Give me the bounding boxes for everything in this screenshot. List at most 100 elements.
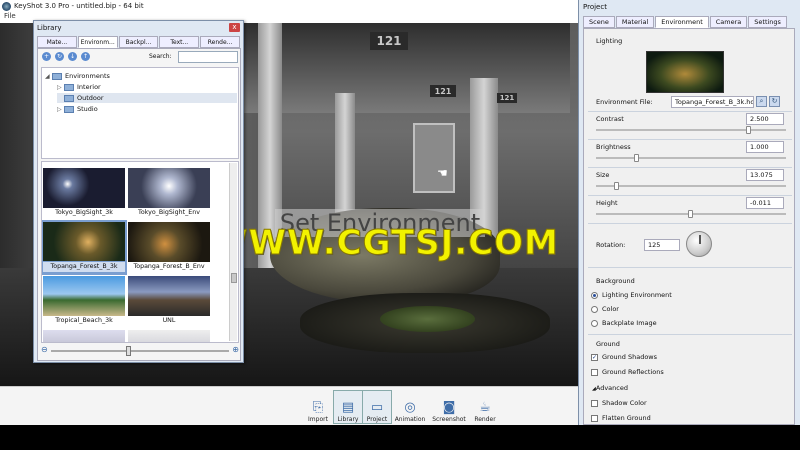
- environment-preview[interactable]: [646, 51, 724, 93]
- keyshot-window: KeyShot 3.0 Pro - untitled.bip - 64 bit …: [0, 0, 800, 425]
- tree-item-environments[interactable]: ◢ Environments: [45, 71, 110, 81]
- tab-material[interactable]: Material: [615, 16, 655, 28]
- tab-materials[interactable]: Mate...: [37, 36, 77, 48]
- import-label: Import: [308, 416, 328, 423]
- tab-settings[interactable]: Settings: [748, 16, 787, 28]
- tab-scene[interactable]: Scene: [583, 16, 615, 28]
- screenshot-button[interactable]: ◙ Screenshot: [430, 390, 468, 424]
- contrast-slider[interactable]: [596, 126, 786, 134]
- bottom-toolbar: ⎘ Import ▤ Library ▭ Project ◎ Animation…: [0, 386, 580, 425]
- divider: [588, 139, 792, 140]
- rotation-dial[interactable]: [686, 231, 712, 257]
- screenshot-icon: ◙: [442, 400, 456, 415]
- shadow-color-checkbox[interactable]: [591, 400, 598, 407]
- browse-folder-icon[interactable]: ⌕: [756, 96, 767, 107]
- project-button[interactable]: ▭ Project: [362, 390, 392, 424]
- render-button[interactable]: ☕ Render: [470, 390, 500, 424]
- scroll-thumb[interactable]: [231, 273, 237, 283]
- thumbnail-label: Topanga_Forest_B_3k: [42, 261, 126, 273]
- tab-camera[interactable]: Camera: [709, 16, 748, 28]
- tab-renders[interactable]: Rende...: [200, 36, 240, 48]
- radio-lighting-environment[interactable]: [591, 292, 598, 299]
- thumbnail-item-selected[interactable]: Topanga_Forest_B_3k: [42, 220, 127, 275]
- lily-pad: [380, 306, 475, 332]
- add-folder-icon[interactable]: +: [42, 52, 51, 61]
- divider: [588, 111, 792, 112]
- render-label: Render: [474, 416, 496, 423]
- contrast-input[interactable]: 2.500: [746, 113, 784, 125]
- search-input[interactable]: [178, 51, 238, 63]
- flatten-ground-checkbox[interactable]: [591, 415, 598, 422]
- zoom-out-icon[interactable]: ⊖: [41, 345, 48, 354]
- thumbnail-item[interactable]: Topanga_Forest_B_Env: [128, 222, 210, 273]
- zoom-in-icon[interactable]: ⊕: [232, 345, 239, 354]
- rotation-label: Rotation:: [596, 241, 626, 249]
- slider-thumb[interactable]: [688, 210, 693, 218]
- library-button[interactable]: ▤ Library: [333, 390, 363, 424]
- close-button[interactable]: x: [229, 23, 240, 32]
- thumbnail-grid: Tokyo_BigSight_3k Tokyo_BigSight_Env Top…: [41, 161, 239, 343]
- thumbnail-image: [43, 168, 125, 208]
- tree-item-outdoor[interactable]: Outdoor: [57, 93, 237, 103]
- thumbnail-scrollbar[interactable]: [229, 163, 237, 341]
- thumbnail-item[interactable]: [43, 330, 125, 342]
- refresh-icon[interactable]: ↻: [55, 52, 64, 61]
- tab-backplates[interactable]: Backpl...: [118, 36, 159, 48]
- ground-shadows-checkbox[interactable]: ✓: [591, 354, 598, 361]
- library-label: Library: [337, 416, 359, 423]
- thumbnail-image: [43, 276, 125, 316]
- contrast-label: Contrast: [596, 115, 624, 123]
- height-input[interactable]: -0.011: [746, 197, 784, 209]
- tab-environment[interactable]: Environment: [655, 16, 709, 28]
- zoom-track[interactable]: [51, 350, 229, 352]
- thumbnail-image: [128, 168, 210, 208]
- thumbnail-item[interactable]: UNL: [128, 276, 210, 327]
- expand-arrow-icon[interactable]: ▷: [57, 84, 64, 91]
- environment-file-field[interactable]: Topanga_Forest_B_3k.hdr: [671, 96, 754, 108]
- size-slider[interactable]: [596, 182, 786, 190]
- import-button[interactable]: ⎘ Import: [303, 390, 333, 424]
- brightness-slider[interactable]: [596, 154, 786, 162]
- background-heading: Background: [596, 277, 635, 285]
- slider-thumb[interactable]: [614, 182, 619, 190]
- radio-color[interactable]: [591, 306, 598, 313]
- menu-file[interactable]: File: [4, 12, 16, 23]
- animation-button[interactable]: ◎ Animation: [394, 390, 426, 424]
- tab-textures[interactable]: Text...: [159, 36, 200, 48]
- thumbnail-item[interactable]: Tokyo_BigSight_Env: [128, 168, 210, 219]
- folder-icon: [64, 105, 74, 113]
- size-input[interactable]: 13.075: [746, 169, 784, 181]
- expand-arrow-icon[interactable]: ▷: [57, 106, 64, 113]
- height-slider[interactable]: [596, 210, 786, 218]
- tab-environments[interactable]: Environm...: [77, 36, 118, 48]
- slider-thumb[interactable]: [634, 154, 639, 162]
- ground-reflections-checkbox[interactable]: [591, 369, 598, 376]
- upload-icon[interactable]: ↑: [81, 52, 90, 61]
- thumbnail-item[interactable]: Tropical_Beach_3k: [43, 276, 125, 327]
- app-icon: [2, 1, 11, 11]
- library-toolbar: + ↻ ↓ ↑: [42, 52, 90, 61]
- checkbox-label: Shadow Color: [602, 399, 647, 407]
- download-icon[interactable]: ↓: [68, 52, 77, 61]
- library-title: Library: [37, 23, 62, 32]
- collapse-arrow-icon[interactable]: ◢: [45, 73, 52, 80]
- advanced-toggle[interactable]: ◢Advanced: [592, 384, 628, 392]
- thumbnail-item[interactable]: [128, 330, 210, 342]
- radio-label: Lighting Environment: [602, 291, 672, 299]
- thumbnail-item[interactable]: Tokyo_BigSight_3k: [43, 168, 125, 219]
- tree-item-interior[interactable]: ▷ Interior: [57, 82, 101, 92]
- animation-icon: ◎: [404, 400, 416, 415]
- zoom-slider-thumb[interactable]: [126, 346, 131, 356]
- radio-backplate-image[interactable]: [591, 320, 598, 327]
- folder-icon: [52, 72, 62, 80]
- thumbnail-label: UNL: [162, 317, 176, 324]
- rotation-input[interactable]: 125: [644, 239, 680, 251]
- checkbox-label: Flatten Ground: [602, 414, 651, 422]
- brightness-input[interactable]: 1.000: [746, 141, 784, 153]
- reload-icon[interactable]: ↻: [769, 96, 780, 107]
- tree-item-studio[interactable]: ▷ Studio: [57, 104, 98, 114]
- slider-thumb[interactable]: [746, 126, 751, 134]
- divider: [588, 167, 792, 168]
- hand-cursor-icon: ☚: [437, 166, 448, 180]
- letterbox-bar: [0, 425, 800, 450]
